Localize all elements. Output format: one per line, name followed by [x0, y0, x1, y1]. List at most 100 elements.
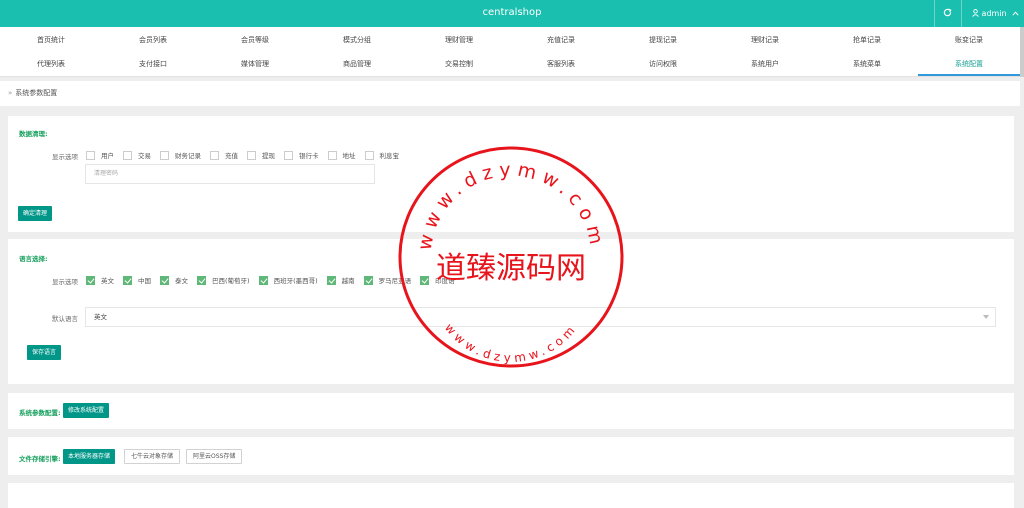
checkbox-label: 巴西(葡萄牙) — [212, 277, 250, 285]
data-clean-panel: 数据清理: 显示选项 用户 交易 财务记录 充值 提现 银行卡 地址 利息宝 清… — [8, 116, 1014, 232]
checkbox-label: 越南 — [341, 277, 355, 285]
refresh-button[interactable] — [934, 0, 960, 27]
checkbox[interactable] — [123, 150, 132, 160]
nav-item-recharge-records[interactable]: 充值记录 — [510, 29, 612, 52]
nav-item-payment-api[interactable]: 支付接口 — [102, 53, 204, 76]
checkbox-label: 罗马尼亚语 — [378, 277, 412, 285]
next-panel — [8, 483, 1014, 508]
user-name: admin — [981, 9, 1007, 18]
nav-row-2: 代理列表 支付接口 媒体管理 商品管理 交易控制 客服列表 访问权限 系统用户 … — [0, 53, 1020, 76]
nav-item-system-config[interactable]: 系统配置 — [918, 53, 1020, 76]
checkbox-checked[interactable] — [197, 275, 206, 285]
caret-down-icon — [983, 315, 989, 319]
nav-item-service-list[interactable]: 客服列表 — [510, 53, 612, 76]
nav-item-finance-records[interactable]: 理财记录 — [714, 29, 816, 52]
nav-item-product-manage[interactable]: 商品管理 — [306, 53, 408, 76]
double-chevron-icon: » — [8, 89, 13, 97]
confirm-clean-button[interactable]: 确定清理 — [18, 206, 53, 221]
nav-item-home-stats[interactable]: 首页统计 — [0, 29, 102, 52]
nav-item-media-manage[interactable]: 媒体管理 — [204, 53, 306, 76]
nav-item-member-list[interactable]: 会员列表 — [102, 29, 204, 52]
lang-option-english[interactable]: 英文 — [86, 275, 114, 285]
lang-option-vietnamese[interactable]: 越南 — [326, 275, 355, 285]
checkbox-checked[interactable] — [160, 275, 169, 285]
language-options: 英文 中国 泰文 巴西(葡萄牙) 西班牙(墨西哥) 越南 罗马尼亚语 印度语 — [86, 275, 464, 285]
checkbox-label: 财务记录 — [175, 152, 201, 160]
lang-option-portuguese[interactable]: 巴西(葡萄牙) — [197, 275, 250, 285]
checkbox-checked[interactable] — [326, 275, 336, 285]
nav-item-balance-records[interactable]: 账变记录 — [918, 29, 1020, 52]
checkbox-label: 银行卡 — [299, 152, 319, 160]
checkbox[interactable] — [86, 150, 95, 160]
checkbox[interactable] — [210, 150, 219, 160]
nav-item-member-level[interactable]: 会员等级 — [204, 29, 306, 52]
nav-item-agent-list[interactable]: 代理列表 — [0, 53, 102, 76]
checkbox-checked[interactable] — [363, 275, 373, 285]
checkbox-label: 英文 — [101, 277, 114, 285]
system-config-title: 系统参数配置: — [19, 409, 61, 417]
checkbox[interactable] — [160, 150, 169, 160]
save-language-button[interactable]: 保存语言 — [27, 345, 62, 360]
checkbox-checked[interactable] — [86, 275, 95, 285]
clean-option-recharge[interactable]: 充值 — [210, 150, 238, 160]
clean-option-users[interactable]: 用户 — [86, 150, 114, 160]
nav-item-mode-group[interactable]: 模式分组 — [306, 29, 408, 52]
language-panel: 语言选择: 显示选项 英文 中国 泰文 巴西(葡萄牙) 西班牙(墨西哥) 越南 … — [8, 239, 1014, 384]
language-options-label: 显示选项 — [52, 278, 78, 286]
language-title: 语言选择: — [19, 255, 48, 263]
checkbox-label: 交易 — [138, 152, 151, 160]
default-language-select[interactable]: 英文 — [85, 307, 996, 327]
lang-option-chinese[interactable]: 中国 — [123, 275, 151, 285]
nav-item-system-users[interactable]: 系统用户 — [714, 53, 816, 76]
local-storage-button[interactable]: 本地服务器存储 — [63, 449, 116, 464]
default-language-label: 默认语言 — [52, 315, 78, 323]
nav-item-finance-manage[interactable]: 理财管理 — [408, 29, 510, 52]
checkbox-label: 泰文 — [175, 277, 188, 285]
nav-item-access-rights[interactable]: 访问权限 — [612, 53, 714, 76]
clean-option-bankcard[interactable]: 银行卡 — [284, 150, 319, 160]
aliyun-oss-button[interactable]: 阿里云OSS存储 — [186, 449, 243, 464]
lang-option-romanian[interactable]: 罗马尼亚语 — [363, 275, 412, 285]
clean-option-interest[interactable]: 利息宝 — [364, 150, 399, 160]
checkbox-label: 用户 — [101, 152, 114, 160]
nav-item-withdraw-records[interactable]: 提现记录 — [612, 29, 714, 52]
nav-scrollbar[interactable] — [1020, 27, 1024, 77]
storage-panel: 文件存储引擎: 本地服务器存储 七牛云对象存储 阿里云OSS存储 — [8, 437, 1014, 475]
checkbox-checked[interactable] — [420, 275, 430, 285]
user-icon — [972, 9, 979, 17]
checkbox-label: 地址 — [342, 152, 356, 160]
storage-title: 文件存储引擎: — [19, 455, 61, 463]
checkbox-checked[interactable] — [123, 275, 132, 285]
checkbox[interactable] — [247, 150, 256, 160]
clean-option-address[interactable]: 地址 — [327, 150, 356, 160]
data-clean-title: 数据清理: — [19, 130, 48, 138]
checkbox[interactable] — [327, 150, 337, 160]
lang-option-hindi[interactable]: 印度语 — [420, 275, 455, 285]
checkbox[interactable] — [364, 150, 374, 160]
nav-item-trade-control[interactable]: 交易控制 — [408, 53, 510, 76]
nav-row-1: 首页统计 会员列表 会员等级 模式分组 理财管理 充值记录 提现记录 理财记录 … — [0, 29, 1020, 52]
checkbox-label: 充值 — [225, 152, 238, 160]
breadcrumb: » 系统参数配置 — [0, 81, 1020, 106]
user-menu[interactable]: admin — [961, 0, 1024, 27]
qiniu-storage-button[interactable]: 七牛云对象存储 — [124, 449, 181, 464]
nav-item-system-menu[interactable]: 系统菜单 — [816, 53, 918, 76]
lang-option-thai[interactable]: 泰文 — [160, 275, 188, 285]
checkbox-checked[interactable] — [258, 275, 268, 285]
lang-option-spanish[interactable]: 西班牙(墨西哥) — [258, 275, 318, 285]
edit-system-config-button[interactable]: 修改系统配置 — [63, 403, 110, 418]
clean-option-trades[interactable]: 交易 — [123, 150, 151, 160]
checkbox-label: 西班牙(墨西哥) — [273, 277, 318, 285]
nav-divider — [0, 76, 1020, 77]
checkbox-label: 提现 — [262, 152, 275, 160]
default-language-value: 英文 — [94, 313, 107, 321]
main-nav: 首页统计 会员列表 会员等级 模式分组 理财管理 充值记录 提现记录 理财记录 … — [0, 27, 1024, 77]
checkbox[interactable] — [284, 150, 293, 160]
clean-password-input[interactable]: 清理密码 — [85, 164, 375, 184]
checkbox-label: 中国 — [138, 277, 151, 285]
refresh-icon — [943, 8, 952, 17]
nav-item-order-records[interactable]: 抢单记录 — [816, 29, 918, 52]
clean-option-finance[interactable]: 财务记录 — [160, 150, 201, 160]
clean-option-withdraw[interactable]: 提现 — [247, 150, 275, 160]
data-clean-options-label: 显示选项 — [52, 153, 78, 161]
